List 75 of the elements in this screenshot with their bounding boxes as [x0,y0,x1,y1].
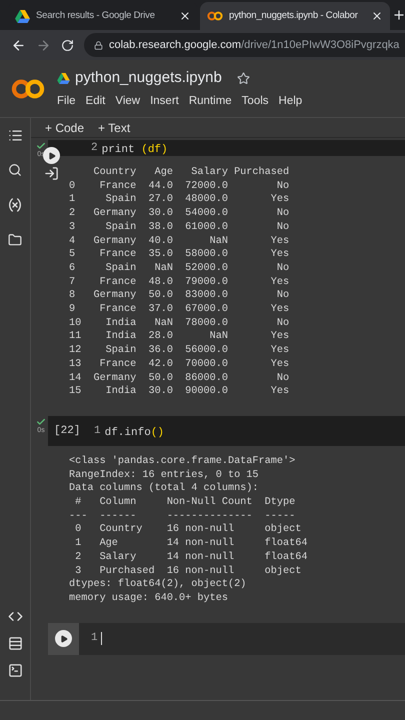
output-line: 3 Spain 38.0 61000.0 No [69,220,290,235]
terminal-icon[interactable] [8,663,22,678]
output-line: 8 Germany 50.0 83000.0 No [69,289,290,304]
success-check-icon [36,141,46,151]
output-line: 2 Salary 14 non-null float64 [74,550,308,565]
output-line: 2 Germany 30.0 54000.0 No [69,207,290,221]
code-line: df.info() [104,426,164,439]
address-field[interactable]: colab.research.google.com/drive/1n10ePIwW3O8iPvgrzqka [84,33,405,57]
star-icon[interactable] [236,72,250,85]
execution-count: [22] [53,424,82,439]
output-line: 15 India 30.0 90000.0 Yes [69,385,290,399]
output-line: <class 'pandas.core.frame.DataFrame'> [69,454,296,469]
output-line: 11 India 28.0 NaN Yes [69,330,290,344]
output-line: Country Age Salary Purchased [92,166,290,180]
output-line: 7 France 48.0 79000.0 Yes [69,276,290,290]
output-line: 13 France 42.0 70000.0 Yes [69,358,290,372]
command-palette-icon[interactable] [8,636,22,651]
drive-icon [57,72,70,84]
output-line: RangeIndex: 16 entries, 0 to 15 [69,468,260,482]
add-cell-button[interactable]: + Text [98,118,130,136]
colab-logo-icon [207,11,223,21]
output-line: 14 Germany 50.0 86000.0 No [69,372,290,386]
search-icon[interactable] [8,163,22,177]
lock-icon [94,40,103,50]
browser-tab[interactable]: python_nuggets.ipynb - Colabor [200,2,390,30]
tab-title: Search results - Google Drive [36,8,156,23]
output-line: 4 Germany 40.0 NaN Yes [69,234,290,248]
output-line: 5 France 35.0 58000.0 Yes [69,248,290,262]
output-line: dtypes: float64(2), object(2) [69,578,248,592]
reload-icon[interactable] [61,38,74,52]
menu-item[interactable]: Tools [242,92,269,110]
output-line: 0 Country 16 non-null object [74,523,302,538]
drive-icon [15,10,30,22]
output-icon [44,166,58,181]
colab-logo-icon [11,78,45,100]
menu-item[interactable]: View [115,92,140,110]
output-line: memory usage: 640.0+ bytes [69,592,229,606]
output-line: 6 Spain NaN 52000.0 No [69,262,290,276]
table-of-contents-icon[interactable] [8,128,22,143]
close-icon[interactable] [371,10,383,22]
notebook-title[interactable]: python_nuggets.ipynb [75,67,222,90]
line-number: 1 [91,631,98,646]
new-tab-icon[interactable] [392,8,405,22]
play-icon [60,634,68,643]
output-line: 0 France 44.0 72000.0 No [69,180,290,194]
output-line: 12 Spain 36.0 56000.0 Yes [69,344,290,358]
folder-icon[interactable] [8,233,22,247]
menu-item[interactable]: File [57,92,76,110]
close-icon[interactable] [179,10,191,22]
output-line: # Column Non-Null Count Dtype [74,496,296,510]
menu-item[interactable]: Edit [86,92,106,110]
line-number: 1 [94,424,101,439]
menu-item[interactable]: Runtime [188,92,232,110]
output-line: 10 India NaN 78000.0 No [69,316,290,330]
play-icon [48,152,56,160]
menu-item[interactable]: Help [278,92,302,110]
output-line: 1 Age 14 non-null float64 [74,537,308,551]
output-line: Data columns (total 4 columns): [69,482,260,496]
line-number: 2 [91,140,98,156]
menu-item[interactable]: Insert [150,92,179,110]
output-line: --- ------ -------------- ----- [69,510,296,524]
tab-title: python_nuggets.ipynb - Colabor [229,8,359,23]
output-line: 9 France 37.0 67000.0 Yes [69,303,290,317]
output-line: 1 Spain 27.0 48000.0 Yes [69,193,290,208]
output-line: 3 Purchased 16 non-null object [74,564,302,578]
add-cell-button[interactable]: + Code [45,118,84,136]
back-icon[interactable] [11,38,26,52]
forward-icon[interactable] [36,38,51,52]
run-cell-button[interactable] [43,147,60,164]
variables-icon[interactable] [7,197,23,213]
run-cell-button[interactable] [55,630,72,648]
code-line: print (df) [102,144,168,156]
text-cursor [100,632,102,646]
success-check-icon [36,416,46,427]
code-icon[interactable] [8,609,22,624]
